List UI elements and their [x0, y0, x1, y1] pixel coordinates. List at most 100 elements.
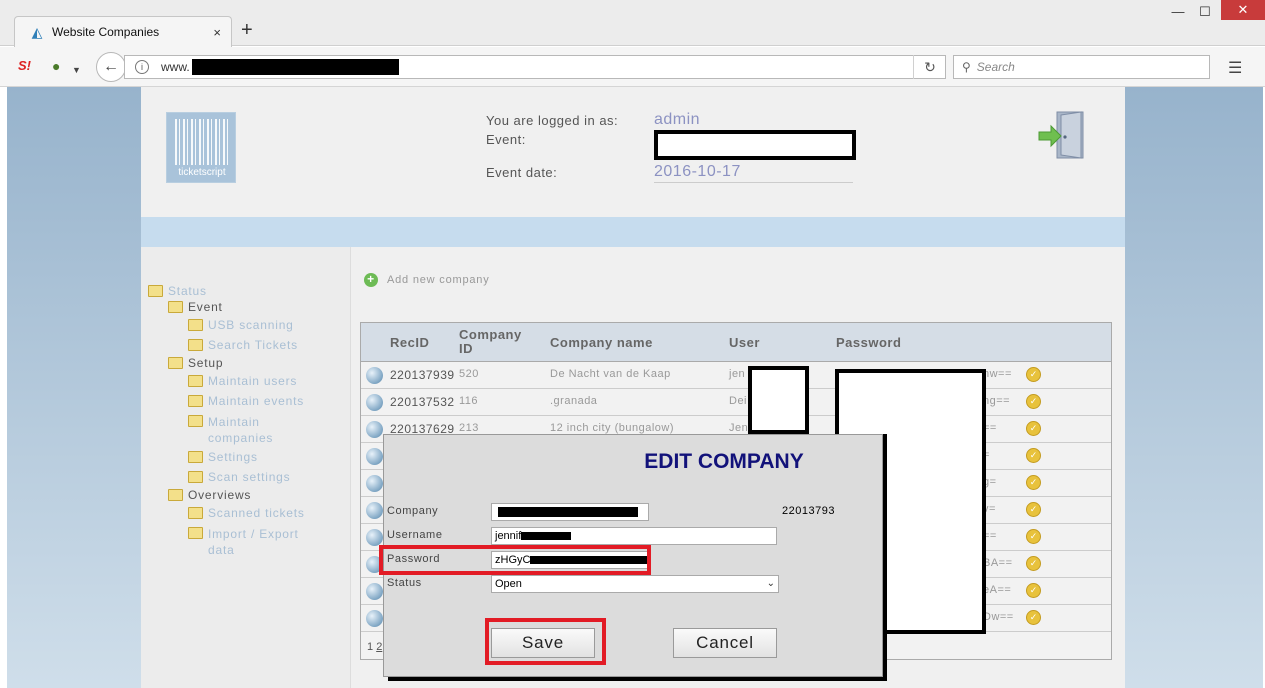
cell-company-id: 213	[459, 422, 479, 434]
ticketscript-logo: ticketscript	[166, 112, 236, 183]
folder-icon	[188, 507, 203, 519]
back-button[interactable]: ←	[96, 52, 126, 82]
status-select[interactable]: Open ⌄	[491, 575, 779, 593]
new-tab-button[interactable]: +	[241, 20, 253, 40]
tree-settings[interactable]: Settings	[188, 450, 258, 464]
cell-company-name: .granada	[550, 395, 598, 407]
company-label: Company	[387, 505, 439, 517]
cell-password: eA==	[983, 584, 1012, 596]
folder-icon	[188, 319, 203, 331]
site-info-icon[interactable]: i	[135, 60, 149, 74]
username-redaction	[521, 532, 572, 540]
logout-door-icon[interactable]	[1037, 110, 1085, 160]
username-label: Username	[387, 529, 443, 541]
window-maximize-button[interactable]: ☐	[1193, 4, 1217, 20]
check-icon[interactable]: ✓	[1026, 502, 1041, 517]
globe-icon[interactable]	[366, 502, 383, 519]
col-user[interactable]: User	[729, 336, 760, 350]
pagination: 1 2	[367, 641, 382, 653]
cancel-button[interactable]: Cancel	[673, 628, 777, 658]
page-2-link[interactable]: 2	[376, 641, 382, 653]
browser-tab[interactable]: ◭ Website Companies ×	[14, 16, 232, 47]
url-bar[interactable]: i www.	[124, 55, 946, 79]
globe-icon[interactable]	[366, 583, 383, 600]
folder-icon	[188, 415, 203, 427]
tree-search-tickets[interactable]: Search Tickets	[188, 338, 298, 352]
site-favicon-icon: ◭	[31, 24, 43, 40]
check-icon[interactable]: ✓	[1026, 421, 1041, 436]
tree-event[interactable]: Event	[168, 300, 223, 314]
globe-icon[interactable]	[366, 610, 383, 627]
tree-maintain-companies[interactable]: Maintain companies	[188, 414, 273, 446]
globe-icon[interactable]	[366, 421, 383, 438]
check-icon[interactable]: ✓	[1026, 610, 1041, 625]
search-input[interactable]: ⚲ Search	[953, 55, 1210, 79]
globe-icon[interactable]	[366, 394, 383, 411]
col-password[interactable]: Password	[836, 336, 901, 350]
barcode-icon	[175, 119, 229, 165]
col-company-name[interactable]: Company name	[550, 336, 653, 350]
header-band	[141, 217, 1125, 247]
tree-status[interactable]: Status	[148, 284, 207, 298]
cell-password: BA==	[983, 557, 1013, 569]
cell-company-id: 116	[459, 395, 479, 407]
hamburger-menu-icon[interactable]: ☰	[1228, 58, 1242, 78]
status-label: Status	[387, 577, 422, 589]
extension-dropdown-icon[interactable]: ▼	[72, 61, 81, 79]
url-text: www.	[161, 60, 190, 74]
cell-user: Jen	[729, 422, 749, 434]
check-icon[interactable]: ✓	[1026, 394, 1041, 409]
table-header: RecID Company ID Company name User Passwo…	[361, 323, 1111, 362]
cell-company-name: 12 inch city (bungalow)	[550, 422, 675, 434]
tree-maintain-events[interactable]: Maintain events	[188, 394, 304, 408]
extension-onion-icon[interactable]: ●	[52, 57, 60, 75]
chevron-down-icon: ⌄	[766, 578, 775, 589]
tree-setup[interactable]: Setup	[168, 356, 223, 370]
window-close-button[interactable]: ✕	[1221, 0, 1265, 20]
event-label: Event:	[486, 132, 526, 147]
check-icon[interactable]: ✓	[1026, 475, 1041, 490]
event-redaction	[654, 130, 856, 160]
tree-overviews[interactable]: Overviews	[168, 488, 251, 502]
check-icon[interactable]: ✓	[1026, 367, 1041, 382]
table-row[interactable]: 220137939 520 De Nacht van de Kaap jen nw== ✓	[361, 362, 1111, 389]
cell-password: ng==	[983, 395, 1011, 407]
tree-usb-scanning[interactable]: USB scanning	[188, 318, 294, 332]
tree-maintain-users[interactable]: Maintain users	[188, 374, 297, 388]
folder-icon	[168, 489, 183, 501]
dialog-title: EDIT COMPANY	[644, 450, 804, 473]
logged-in-user: admin	[654, 111, 701, 128]
add-company-link[interactable]: + Add new company	[364, 273, 490, 287]
globe-icon[interactable]	[366, 448, 383, 465]
tree-import-export[interactable]: Import / Export data	[188, 526, 299, 558]
globe-icon[interactable]	[366, 529, 383, 546]
company-input[interactable]	[491, 503, 649, 521]
cell-recid: 220137939	[390, 368, 455, 382]
extension-s-icon[interactable]: S!	[18, 57, 31, 75]
cell-user: Dei	[729, 395, 748, 407]
url-redaction	[191, 59, 399, 75]
save-highlight-box	[485, 618, 606, 665]
cell-user: jen	[729, 368, 746, 380]
search-icon: ⚲	[962, 60, 971, 74]
reload-button[interactable]: ↻	[913, 55, 946, 79]
col-recid[interactable]: RecID	[390, 336, 429, 350]
page-1-link[interactable]: 1	[367, 641, 373, 653]
table-row[interactable]: 220137532 116 .granada Dei ng== ✓	[361, 389, 1111, 416]
col-company-id[interactable]: Company ID	[459, 328, 522, 356]
tab-close-icon[interactable]: ×	[213, 25, 221, 40]
check-icon[interactable]: ✓	[1026, 583, 1041, 598]
username-input[interactable]: jennif	[491, 527, 777, 545]
globe-icon[interactable]	[366, 367, 383, 384]
reload-icon: ↻	[924, 59, 936, 75]
cell-password: nw==	[983, 368, 1012, 380]
check-icon[interactable]: ✓	[1026, 556, 1041, 571]
password-highlight-box	[379, 545, 651, 575]
search-placeholder: Search	[976, 60, 1015, 74]
check-icon[interactable]: ✓	[1026, 529, 1041, 544]
globe-icon[interactable]	[366, 475, 383, 492]
tree-scan-settings[interactable]: Scan settings	[188, 470, 290, 484]
window-minimize-button[interactable]: —	[1166, 4, 1190, 19]
folder-icon	[168, 301, 183, 313]
tree-scanned-tickets[interactable]: Scanned tickets	[188, 506, 305, 520]
